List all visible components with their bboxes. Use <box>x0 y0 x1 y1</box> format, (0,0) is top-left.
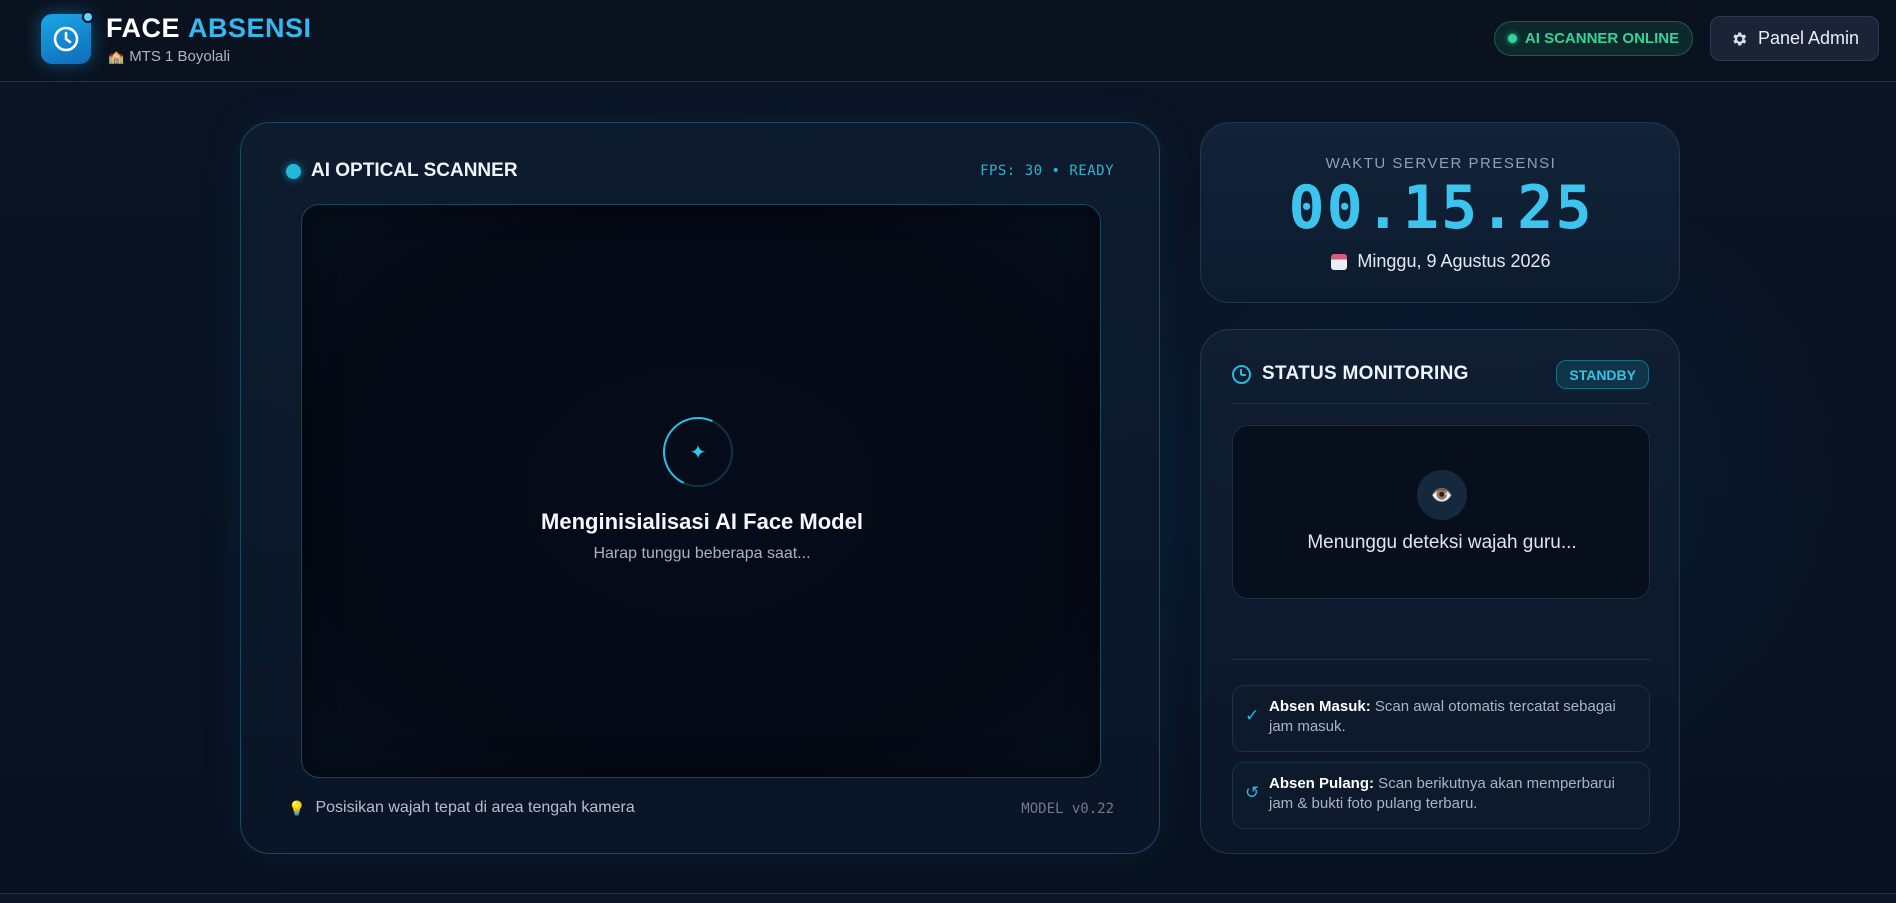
check-icon: ✓ <box>1245 706 1260 725</box>
brand-second-word: ABSENSI <box>188 13 312 43</box>
lightbulb-icon: 💡 <box>288 799 306 816</box>
calendar-icon <box>1331 253 1348 270</box>
detection-status-text: Menunggu deteksi wajah guru... <box>1307 532 1577 553</box>
school-icon: 🏫 <box>108 48 125 64</box>
divider <box>1232 403 1650 404</box>
app-logo[interactable] <box>41 11 94 64</box>
scanner-title: AI OPTICAL SCANNER <box>311 160 518 181</box>
refresh-icon: ↺ <box>1245 783 1260 802</box>
eye-icon: 👁️ <box>1417 470 1467 520</box>
status-title: STATUS MONITORING <box>1262 363 1469 384</box>
scanner-indicator-dot <box>286 164 301 179</box>
info-absen-pulang-title: Absen Pulang: <box>1269 775 1375 792</box>
school-name: 🏫 MTS 1 Boyolali <box>108 48 230 65</box>
camera-tip: 💡 Posisikan wajah tepat di area tengah k… <box>288 799 635 817</box>
info-absen-masuk-title: Absen Masuk: <box>1269 698 1371 715</box>
info-absen-masuk: ✓ Absen Masuk: Scan awal otomatis tercat… <box>1232 685 1650 752</box>
camera-tip-text: Posisikan wajah tepat di area tengah kam… <box>315 799 635 816</box>
info-absen-masuk-text: Absen Masuk: Scan awal otomatis tercatat… <box>1269 697 1639 737</box>
clock-date-text: Minggu, 9 Agustus 2026 <box>1357 251 1551 271</box>
clock-label: WAKTU SERVER PRESENSI <box>1325 155 1557 172</box>
loading-title: Menginisialisasi AI Face Model <box>541 509 863 534</box>
clock-logo-icon <box>53 26 79 52</box>
online-dot-icon <box>1507 34 1517 43</box>
panel-admin-button[interactable]: Panel Admin <box>1710 16 1879 61</box>
status-monitoring-card: STATUS MONITORING STANDBY 👁️ Menunggu de… <box>1200 329 1680 854</box>
scanner-fps-status: FPS: 30 • READY <box>980 163 1114 179</box>
panel-admin-label: Panel Admin <box>1757 28 1860 48</box>
loading-spinner: ✦ <box>653 407 743 497</box>
app-title: FACE ABSENSI <box>106 13 312 44</box>
top-header: FACE ABSENSI 🏫 MTS 1 Boyolali AI SCANNER … <box>0 0 1896 82</box>
divider <box>1232 659 1650 660</box>
notification-dot <box>82 11 94 23</box>
camera-viewport[interactable]: ✦ Menginisialisasi AI Face Model Harap t… <box>301 204 1101 778</box>
server-clock-card: WAKTU SERVER PRESENSI 00.15.25 Minggu, 9… <box>1200 122 1680 303</box>
school-label: MTS 1 Boyolali <box>129 48 231 65</box>
scanner-online-label: AI SCANNER ONLINE <box>1524 30 1680 47</box>
loading-subtitle: Harap tunggu beberapa saat... <box>593 545 811 562</box>
clock-icon <box>1232 365 1251 384</box>
model-version: MODEL v0.22 <box>1021 801 1114 817</box>
brand-first-word: FACE <box>106 13 181 43</box>
info-absen-pulang: ↺ Absen Pulang: Scan berikutnya akan mem… <box>1232 762 1650 829</box>
scanner-card: AI OPTICAL SCANNER FPS: 30 • READY ✦ Men… <box>240 122 1160 854</box>
status-badge: STANDBY <box>1556 360 1649 389</box>
detection-panel: 👁️ Menunggu deteksi wajah guru... <box>1232 425 1650 599</box>
clock-time: 00.15.25 <box>1288 173 1594 243</box>
info-absen-pulang-text: Absen Pulang: Scan berikutnya akan mempe… <box>1269 774 1639 814</box>
clock-date: Minggu, 9 Agustus 2026 <box>1201 251 1681 272</box>
spinner-arc <box>653 407 743 497</box>
scanner-online-badge: AI SCANNER ONLINE <box>1494 21 1693 56</box>
footer-strip <box>0 893 1896 903</box>
gear-icon <box>1733 31 1747 46</box>
